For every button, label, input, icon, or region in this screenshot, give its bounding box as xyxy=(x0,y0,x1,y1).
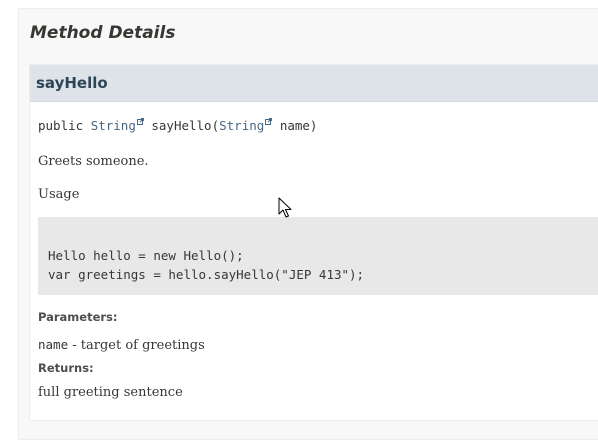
signature-method-name: sayHello xyxy=(151,118,212,134)
code-line: Hello hello = new Hello(); xyxy=(48,248,244,263)
mouse-pointer-icon xyxy=(278,197,292,219)
method-signature: public String sayHello(String name) xyxy=(38,118,317,133)
usage-label: Usage xyxy=(38,187,80,202)
signature-open-paren: ( xyxy=(211,118,220,134)
method-detail: sayHello public String sayHello(String n… xyxy=(29,64,598,421)
returns-description: full greeting sentence xyxy=(38,385,183,400)
section-title: Method Details xyxy=(30,23,176,43)
signature-param-name: name xyxy=(279,118,310,134)
signature-close-paren: ) xyxy=(309,118,318,134)
param-type-label: String xyxy=(219,118,265,134)
parameter-name: name xyxy=(38,337,69,352)
method-header: sayHello xyxy=(30,65,598,102)
external-link-icon xyxy=(136,118,144,125)
return-type-label: String xyxy=(90,118,136,134)
method-description: Greets someone. xyxy=(38,154,149,169)
parameter-item: name - target of greetings xyxy=(38,336,205,354)
parameter-description: target of greetings xyxy=(80,338,205,353)
param-type-link[interactable]: String xyxy=(219,118,273,134)
code-line: var greetings = hello.sayHello("JEP 413"… xyxy=(48,267,365,282)
signature-modifier: public xyxy=(38,118,84,134)
parameter-separator: - xyxy=(68,338,81,353)
parameters-label: Parameters: xyxy=(38,310,118,324)
return-type-link[interactable]: String xyxy=(91,118,144,133)
code-snippet: Hello hello = new Hello(); var greetings… xyxy=(38,217,598,295)
method-details-section: Method Details sayHello public String sa… xyxy=(18,8,598,440)
returns-label: Returns: xyxy=(38,361,94,375)
external-link-icon xyxy=(265,118,273,125)
method-name-heading: sayHello xyxy=(36,74,108,92)
